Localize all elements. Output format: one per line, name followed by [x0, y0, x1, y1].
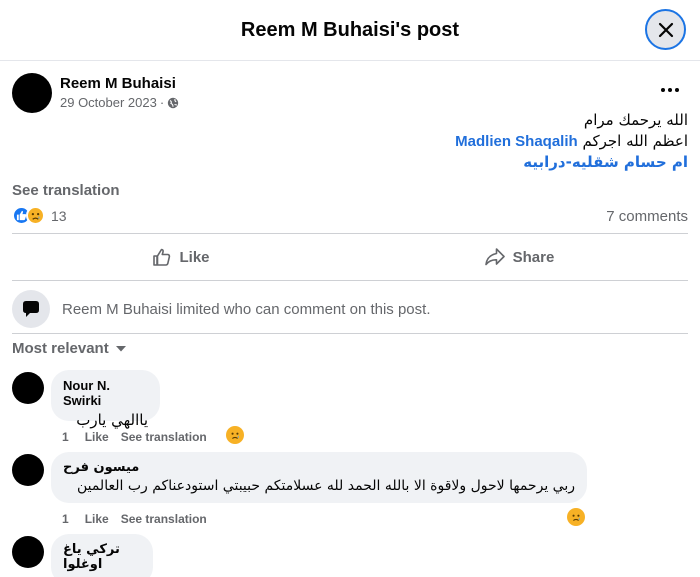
close-button[interactable] — [645, 9, 686, 50]
comment-time[interactable]: 1 — [62, 430, 69, 444]
comment-see-translation[interactable]: See translation — [121, 430, 207, 444]
comment-text: ياالهي يارب — [76, 411, 148, 429]
comment-actions: 1 Like See translation — [62, 430, 207, 444]
post-line-2-text: اعظم الله اجركم — [582, 132, 688, 150]
more-dot-icon — [661, 88, 665, 92]
comment-time[interactable]: 1 — [62, 512, 69, 526]
reaction-count: 13 — [51, 207, 67, 224]
caret-down-icon — [115, 345, 126, 351]
like-button[interactable]: Like — [12, 234, 350, 280]
share-label: Share — [512, 248, 555, 266]
mention-um-hussam[interactable]: ام حسام شقليه-درابيه — [455, 152, 688, 173]
post-author[interactable]: Reem M Buhaisi — [60, 75, 176, 92]
commenter-avatar[interactable] — [12, 372, 44, 404]
sort-label: Most relevant — [12, 340, 109, 357]
more-dot-icon — [668, 88, 672, 92]
sad-reaction-icon[interactable] — [226, 426, 244, 444]
post-line-1: الله يرحمك مرام — [583, 111, 688, 129]
globe-icon — [168, 97, 179, 108]
comment-bubble: Nour N. Swirki ياالهي يارب — [51, 370, 160, 429]
post-date: 29 October 2023 · — [60, 95, 179, 110]
comment-author[interactable]: تركي ياغ اوغلوا — [63, 542, 141, 572]
limited-comments-notice: Reem M Buhaisi limited who can comment o… — [12, 290, 431, 328]
more-options-button[interactable] — [656, 80, 684, 100]
comment-like-button[interactable]: Like — [85, 430, 109, 444]
see-translation-link[interactable]: See translation — [12, 182, 120, 199]
like-label: Like — [179, 248, 210, 266]
comment-like-button[interactable]: Like — [85, 512, 109, 526]
thumbs-up-icon — [153, 248, 171, 266]
comment-author[interactable]: Nour N. Swirki — [63, 378, 148, 408]
comment-text: ربي يرحمها لاحول ولاقوة الا بالله الحمد … — [76, 478, 575, 494]
divider — [12, 333, 688, 334]
more-dot-icon — [675, 88, 679, 92]
post-action-bar: Like Share — [12, 233, 688, 281]
dialog-title: Reem M Buhaisi's post — [240, 19, 460, 41]
comment-bubble: تركي ياغ اوغلوا — [51, 534, 153, 577]
post-body: الله يرحمك مرام اعظم الله اجركم Madlien … — [455, 110, 688, 173]
post-date-text[interactable]: 29 October 2023 — [60, 95, 157, 110]
comment-author[interactable]: ميسون فرح — [63, 460, 575, 475]
commenter-avatar[interactable] — [12, 536, 44, 568]
comment-sort-dropdown[interactable]: Most relevant — [12, 340, 127, 357]
date-separator: · — [159, 95, 165, 110]
author-avatar[interactable] — [12, 73, 52, 113]
comment-see-translation[interactable]: See translation — [121, 512, 207, 526]
comment-actions: 1 Like See translation — [62, 512, 207, 526]
dialog-header: Reem M Buhaisi's post — [0, 0, 700, 61]
sad-reaction-icon[interactable] — [567, 508, 585, 526]
sad-reaction-icon — [26, 206, 45, 225]
comments-count-link[interactable]: 7 comments — [606, 208, 688, 225]
share-icon — [484, 248, 505, 266]
post-line-2: اعظم الله اجركم Madlien Shaqalih — [455, 131, 688, 152]
limited-comments-text: Reem M Buhaisi limited who can comment o… — [62, 300, 431, 318]
close-icon — [658, 22, 673, 37]
commenter-avatar[interactable] — [12, 454, 44, 486]
reactions-summary[interactable]: 13 — [12, 206, 67, 225]
comment-bubble: ميسون فرح ربي يرحمها لاحول ولاقوة الا با… — [51, 452, 587, 503]
share-button[interactable]: Share — [350, 234, 688, 280]
mention-madlien[interactable]: Madlien Shaqalih — [455, 133, 578, 150]
comment-bubble-icon — [12, 290, 50, 328]
